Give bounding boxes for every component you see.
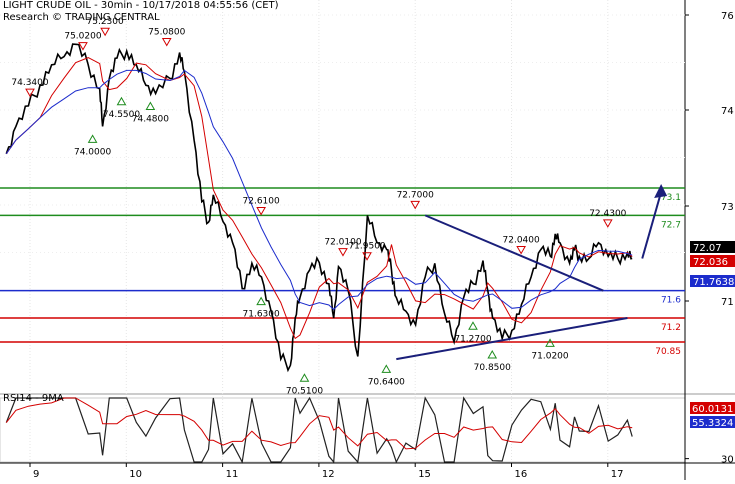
annotation-label: 70.5100 xyxy=(286,386,323,396)
x-tick-label: 16 xyxy=(515,469,528,480)
annotation-label: 75.0800 xyxy=(148,27,185,37)
x-tick-label: 12 xyxy=(322,469,335,480)
annotation-label: 75.0200 xyxy=(64,32,101,42)
annotation-label: 72.7000 xyxy=(397,190,434,200)
annotation-label: 72.4300 xyxy=(589,209,626,219)
annotation-label: 74.4800 xyxy=(132,115,169,125)
y-tick-label: 74 xyxy=(721,106,734,117)
x-tick-label: 15 xyxy=(418,469,431,480)
chart-canvas: 76747371309 10 11 12 15 16 1773.172.771.671.27… xyxy=(0,0,735,480)
y-tick-label: 76 xyxy=(721,11,734,22)
main-plot-area xyxy=(0,0,685,392)
level-label: 71.6 xyxy=(661,296,681,306)
rsi-tag-label: 60.0131 xyxy=(692,404,733,415)
y-tick-label: 73 xyxy=(721,202,734,213)
annotation-label: 71.0200 xyxy=(531,351,568,361)
annotation-label: 70.8500 xyxy=(474,363,511,373)
annotation-label: 72.6100 xyxy=(243,197,280,207)
annotation-label: 71.6300 xyxy=(243,310,280,320)
rsi-y-tick-label: 30 xyxy=(721,455,734,466)
price-tag-label: 71.7638 xyxy=(693,277,734,288)
annotation-label: 72.0400 xyxy=(503,236,540,246)
rsi-label: RSI14 - 9MA xyxy=(3,393,64,404)
level-label: 71.2 xyxy=(661,323,681,333)
x-tick-label: 10 xyxy=(129,469,142,480)
annotation-label: 71.2700 xyxy=(454,334,491,344)
level-label: 72.7 xyxy=(661,220,681,230)
annotation-label: 70.6400 xyxy=(368,377,405,387)
level-label: 70.85 xyxy=(655,347,681,357)
y-tick-label: 71 xyxy=(721,297,734,308)
rsi-tag-label: 55.3324 xyxy=(692,418,733,429)
x-tick-label: 9 xyxy=(33,469,39,480)
x-tick-label: 11 xyxy=(226,469,239,480)
annotation-label: 74.0000 xyxy=(74,147,111,157)
chart: 76 74 73 71 30 9 10 11 12 15 16 17 73.1 72.7 71.6 71.2 7… xyxy=(0,0,735,480)
chart-subtitle: Research © TRADING CENTRAL xyxy=(3,12,160,23)
x-tick-label: 17 xyxy=(611,469,624,480)
annotation-label: 71.9500 xyxy=(348,242,385,252)
annotation-label: 74.3400 xyxy=(11,78,48,88)
price-tag-label: 72.036 xyxy=(693,257,728,268)
price-tag-label: 72.07 xyxy=(693,243,722,254)
chart-title: LIGHT CRUDE OIL - 30min - 10/17/2018 04:… xyxy=(3,0,279,11)
